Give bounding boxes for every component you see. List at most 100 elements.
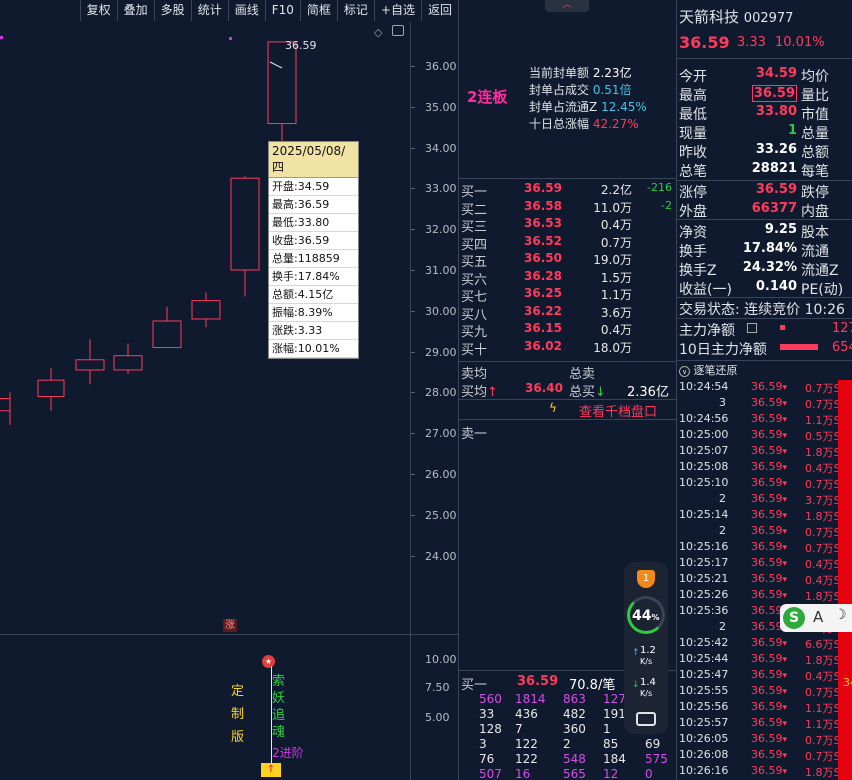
tick-row[interactable]: 2 36.59▾ 0.7万S [677,524,842,540]
candle-body[interactable] [267,41,297,125]
limit-info-value: 2.23亿 [592,66,632,80]
panel-toggle-icon[interactable] [392,25,404,36]
tick-price-value: 36.59 [751,540,783,553]
quote-row: 换手 17.84% 流通 [677,241,852,260]
candle-body[interactable] [113,355,143,371]
tick-amount: 0.7万S [805,382,841,395]
tick-down-arrow-icon: ▾ [782,735,788,745]
limit-info-label: 封单占成交 [529,83,590,97]
bid-price: 36.22 [524,303,562,318]
candle-body[interactable] [37,379,65,397]
bid-row[interactable]: 买三 36.53 0.4万 [459,216,676,235]
bid-row[interactable]: 买十 36.02 18.0万 [459,339,676,358]
diamond-icon[interactable]: ◇ [374,26,382,39]
tick-row[interactable]: 10:25:26 36.59▾ 1.8万S [677,588,842,604]
toolbar-item[interactable]: 返回 [420,0,458,21]
toolbar-item[interactable]: +自选 [373,0,421,21]
tick-price-value: 36.59 [751,572,783,585]
tick-row[interactable]: 10:24:56 36.59▾ 1.1万S [677,412,842,428]
tick-row[interactable]: 10:25:17 36.59▾ 0.4万S [677,556,842,572]
indicator-tick: 10.00 [425,653,457,666]
tick-row[interactable]: 10:25:08 36.59▾ 0.4万S [677,460,842,476]
bid-row[interactable]: 买一 36.59 2.2亿 -216 [459,181,676,200]
tick-row[interactable]: 10:25:14 36.59▾ 1.8万S [677,508,842,524]
tick-down-arrow-icon: ▾ [782,671,788,681]
candle-body[interactable] [0,398,11,412]
tick-row[interactable]: 10:25:21 36.59▾ 0.4万S [677,572,842,588]
bid-row[interactable]: 买五 36.50 19.0万 [459,251,676,270]
tick-row[interactable]: 10:25:10 36.59▾ 0.7万S [677,476,842,492]
bid-volume: 0.7万 [600,235,632,250]
quote-key-2: 每笔 [801,164,829,180]
bid-label: 买三 [461,220,488,235]
toolbar-item[interactable]: 多股 [153,0,191,21]
quote-key-2: 内盘 [801,204,829,220]
bid-row[interactable]: 买九 36.15 0.4万 [459,321,676,340]
tick-price: 36.59▾ [751,716,787,729]
bid-price: 36.53 [524,216,562,230]
tick-price: 36.59▾ [751,636,787,649]
toolbar-item[interactable]: 叠加 [116,0,154,21]
custom-edition-label: 定制版 [231,680,244,749]
quote-key-2: 市值 [801,107,829,123]
bid-label: 买四 [461,237,488,253]
tick-row[interactable]: 10:26:08 36.59▾ 0.7万S [677,748,842,764]
toolbar-item[interactable]: 画线 [227,0,265,21]
candle-body[interactable] [152,320,182,349]
tick-amount: 3.7万S [805,494,841,507]
tick-row[interactable]: 10:26:16 36.59▾ 1.8万S [677,764,842,780]
camera-icon[interactable] [636,712,656,726]
quote-key: 换手Z [679,263,717,279]
bid-row[interactable]: 买七 36.25 1.1万 [459,286,676,305]
tick-price-value: 36.59 [751,508,783,521]
bid-row[interactable]: 买八 36.22 3.6万 [459,303,676,323]
toolbar-item[interactable]: F10 [264,0,300,21]
toolbar-item[interactable]: 标记 [336,0,374,21]
download-speed: 1.4 K/s [640,677,656,698]
tick-row[interactable]: 2 36.59▾ 3.7万S [677,492,842,508]
tick-row[interactable]: 10:25:16 36.59▾ 0.7万S [677,540,842,556]
tick-time: 10:25:47 [679,668,729,681]
price-tick: 26.00 [425,468,457,481]
bid-row[interactable]: 买二 36.58 11.0万 -2 [459,199,676,218]
network-speed-widget[interactable]: 1 44% ↑ 1.2 K/s ↓ 1.4 K/s [624,562,668,734]
shield-icon: 1 [637,570,655,588]
candle-body[interactable] [230,177,260,271]
queue-cell: 0 [645,767,653,780]
input-mode-letter[interactable]: A [813,608,823,626]
tick-row[interactable]: 10:25:44 36.59▾ 1.8万S [677,652,842,668]
tick-row[interactable]: 10:25:07 36.59▾ 1.8万S [677,444,842,460]
quote-value: 36.59 [751,85,797,102]
tick-amount: 0.7万S [805,542,841,555]
queue-cell: 560 [479,692,502,706]
candle-body[interactable] [75,359,105,371]
quote-value: 0.140 [755,279,797,294]
tick-row[interactable]: 10:25:00 36.59▾ 0.5万S [677,428,842,444]
tick-price-value: 36.59 [751,476,783,489]
candle-body[interactable] [191,300,221,320]
tick-row[interactable]: 10:25:55 36.59▾ 0.7万S [677,684,842,700]
tick-row[interactable]: 3 36.59▾ 0.7万S [677,396,842,412]
tick-row[interactable]: 10:25:42 36.59▾ 6.6万S [677,636,842,652]
list-icon[interactable] [747,323,757,333]
view-1000-depth-link[interactable]: 查看千档盘口 [579,401,657,420]
queue-cell: 12 [603,767,619,780]
tick-row[interactable]: 10:26:05 36.59▾ 0.7万S [677,732,842,748]
tick-list-header[interactable]: ∨ 逐笔还原 [679,362,738,378]
bid-row[interactable]: 买四 36.52 0.7万 [459,234,676,253]
price-tick: 33.00 [425,182,457,196]
moon-icon[interactable]: ☽ [834,607,847,623]
tick-row[interactable]: 10:25:47 36.59▾ 0.4万S [677,668,842,684]
bid-row[interactable]: 买六 36.28 1.5万 [459,269,676,288]
queue-cell: 76 [479,752,495,766]
download-arrow-icon: ↓ [632,680,640,690]
candlestick-chart[interactable] [0,22,458,634]
tick-price: 36.59▾ [751,540,787,553]
toolbar-item[interactable]: 统计 [190,0,228,21]
tick-row[interactable]: 10:25:57 36.59▾ 1.1万S [677,716,842,732]
tick-row[interactable]: 10:25:56 36.59▾ 1.1万S [677,700,842,716]
toolbar-item[interactable]: 复权 [79,0,117,21]
toolbar-item[interactable]: 简框 [299,0,337,21]
input-method-toolbar[interactable]: S A ☽ [780,604,852,632]
tick-row[interactable]: 10:24:54 36.59▾ 0.7万S [677,380,842,396]
